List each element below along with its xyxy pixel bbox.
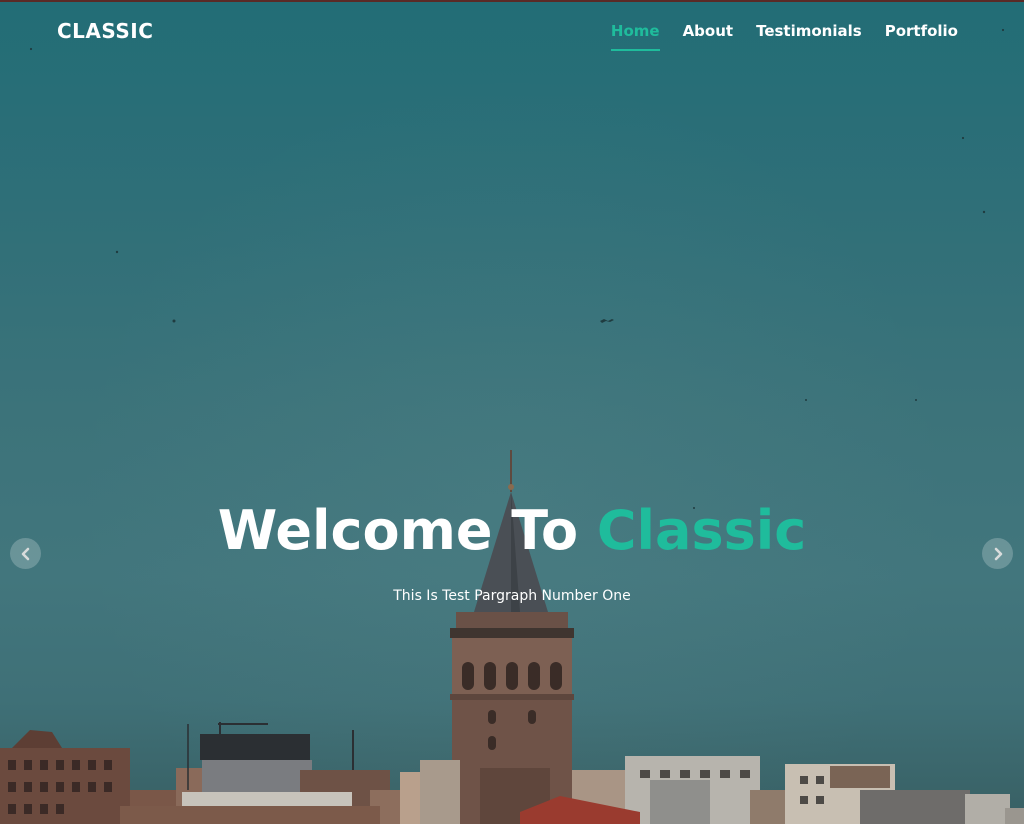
nav-menu: Home About Testimonials Portfolio [610,22,958,51]
nav-item-about[interactable]: About [683,22,734,40]
nav-item-label: Home [610,22,660,40]
brand-logo[interactable]: CLASSIC [57,19,153,43]
nav-item-label: About [682,22,734,40]
skyline-left [0,722,460,824]
navbar: CLASSIC Home About Testimonials Portfoli… [0,0,1024,64]
hero-caption: Welcome To Classic This Is Test Pargraph… [0,498,1024,604]
nav-item-label: Portfolio [884,22,958,40]
hero-title-main: Welcome To [217,499,579,562]
nav-item-label: Testimonials [756,22,862,40]
nav-item-home[interactable]: Home [610,22,660,51]
hero-subtitle: This Is Test Pargraph Number One [393,588,631,604]
active-underline [610,49,660,51]
nav-item-testimonials[interactable]: Testimonials [756,22,862,40]
hero-title: Welcome To Classic [0,498,1024,564]
chevron-left-icon [21,547,29,560]
hero-slider: CLASSIC Home About Testimonials Portfoli… [0,0,1024,824]
nav-item-portfolio[interactable]: Portfolio [885,22,958,40]
carousel-next-button[interactable] [982,538,1013,569]
hero-title-accent: Classic [596,499,807,562]
birds [29,28,1005,509]
carousel-prev-button[interactable] [10,538,41,569]
hero-background-image [0,28,1024,824]
chevron-right-icon [994,547,1002,560]
